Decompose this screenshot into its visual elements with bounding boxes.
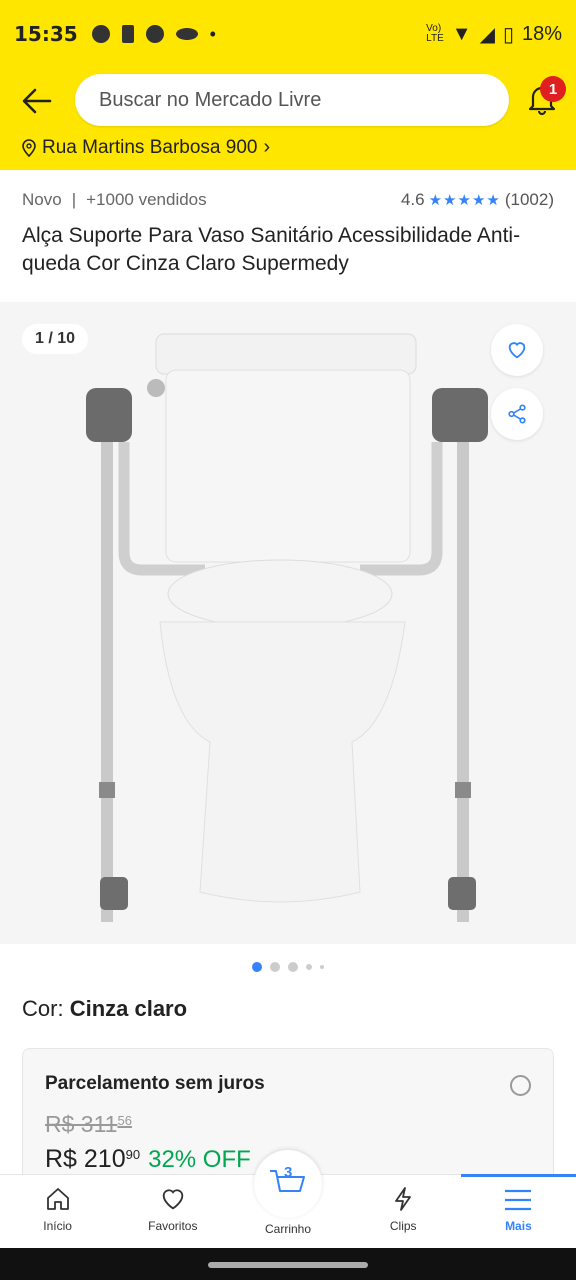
nav-item-mais[interactable]: Mais bbox=[460, 1174, 576, 1248]
clips-icon bbox=[395, 1187, 412, 1211]
gallery-pagination bbox=[0, 962, 576, 972]
nav-label: Início bbox=[43, 1219, 72, 1233]
pagination-dot[interactable] bbox=[252, 962, 262, 972]
location-pin-icon bbox=[22, 138, 36, 157]
pagination-dot[interactable] bbox=[270, 962, 280, 972]
old-price: R$ 31156 bbox=[45, 1111, 132, 1138]
notification-icons: • bbox=[91, 23, 216, 45]
facebook-icon bbox=[91, 25, 110, 43]
separator: | bbox=[71, 190, 77, 209]
nav-label: Favoritos bbox=[148, 1219, 198, 1233]
address-text: Rua Martins Barbosa 900 bbox=[42, 136, 258, 158]
nav-item-favoritos[interactable]: Favoritos bbox=[115, 1175, 230, 1248]
payment-option-title: Parcelamento sem juros bbox=[45, 1073, 265, 1094]
battery-icon: ▯ bbox=[502, 23, 514, 46]
status-time: 15:35 bbox=[14, 22, 78, 46]
color-value: Cinza claro bbox=[69, 996, 188, 1021]
volte-icon: Vo) LTE bbox=[426, 23, 444, 44]
pagination-dot[interactable] bbox=[306, 964, 312, 970]
app-header: Buscar no Mercado Livre 1 Rua Martins Ba… bbox=[0, 68, 576, 170]
search-placeholder: Buscar no Mercado Livre bbox=[99, 88, 322, 111]
old-price-value: R$ 311 bbox=[45, 1111, 118, 1137]
home-icon bbox=[46, 1188, 69, 1210]
sold-count: +1000 vendidos bbox=[86, 190, 207, 209]
price-value: R$ 210 bbox=[45, 1145, 126, 1173]
pagination-dot[interactable] bbox=[320, 965, 324, 969]
product-image bbox=[86, 333, 488, 922]
menu-icon bbox=[505, 1189, 532, 1211]
price-cents: 90 bbox=[125, 1147, 141, 1162]
discount-badge: 32% OFF bbox=[148, 1146, 251, 1173]
color-label: Cor: bbox=[22, 996, 64, 1021]
search-input[interactable]: Buscar no Mercado Livre bbox=[75, 74, 509, 126]
system-icons: Vo) LTE ▼ ◢ ▯ 18% bbox=[426, 22, 562, 47]
nav-item-clips[interactable]: Clips bbox=[346, 1175, 461, 1248]
color-selection: Cor: Cinza claro bbox=[22, 996, 187, 1022]
payment-option-radio[interactable] bbox=[510, 1075, 531, 1096]
nav-label: Carrinho bbox=[264, 1222, 312, 1236]
cart-count: 3 bbox=[284, 1164, 293, 1181]
delivery-address[interactable]: Rua Martins Barbosa 900 › bbox=[22, 136, 270, 159]
product-gallery[interactable]: 1 / 10 bbox=[0, 302, 576, 944]
rating-value: 4.6 bbox=[400, 190, 425, 209]
facebook-icon bbox=[145, 25, 164, 43]
system-navigation-bar bbox=[0, 1248, 576, 1280]
more-dot-icon: • bbox=[209, 23, 216, 44]
condition-label: Novo bbox=[22, 190, 62, 209]
old-price-cents: 56 bbox=[117, 1113, 132, 1128]
current-price: R$ 21090 32% OFF bbox=[45, 1145, 251, 1174]
battery-alert-icon bbox=[121, 25, 134, 43]
nav-item-inicio[interactable]: Início bbox=[0, 1175, 115, 1248]
wifi-icon: ▼ bbox=[451, 22, 472, 45]
heart-icon bbox=[162, 1189, 184, 1210]
rating-stars-icon: ★★★★★ bbox=[428, 192, 501, 209]
pagination-dot[interactable] bbox=[288, 962, 298, 972]
nav-label: Mais bbox=[505, 1219, 532, 1233]
signal-icon: ◢ bbox=[479, 23, 495, 46]
app-icon bbox=[175, 28, 198, 40]
nav-label: Clips bbox=[389, 1219, 417, 1233]
chevron-right-icon: › bbox=[263, 136, 271, 158]
status-bar: 15:35 • Vo) LTE ▼ ◢ ▯ 18% bbox=[0, 0, 576, 68]
battery-level: 18% bbox=[521, 22, 562, 45]
product-meta: Novo | +1000 vendidos 4.6 ★★★★★ (1002) bbox=[22, 190, 554, 210]
rating-count: (1002) bbox=[504, 190, 554, 209]
back-arrow-icon[interactable] bbox=[20, 84, 54, 118]
home-gesture-handle[interactable] bbox=[208, 1262, 368, 1268]
rating[interactable]: 4.6 ★★★★★ (1002) bbox=[401, 190, 554, 210]
product-title: Alça Suporte Para Vaso Sanitário Acessib… bbox=[22, 224, 521, 275]
cart-button[interactable]: 3 bbox=[254, 1150, 322, 1218]
notification-badge: 1 bbox=[540, 76, 566, 102]
